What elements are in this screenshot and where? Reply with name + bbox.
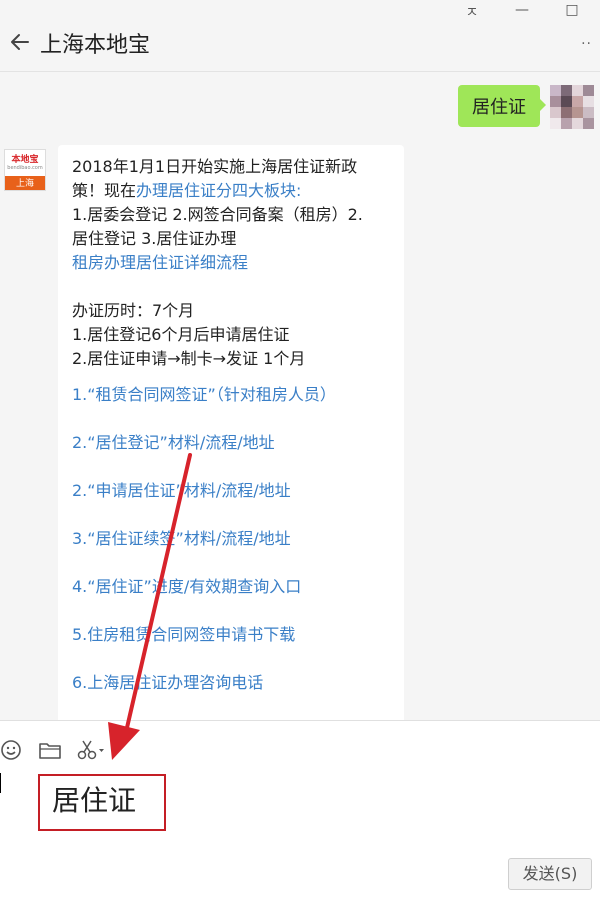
reply-line: 居住登记 3.居住证办理: [72, 229, 237, 248]
reply-link[interactable]: 5.住房租赁合同网签申请书下载: [72, 623, 392, 647]
reply-line: 2018年1月1日开始实施上海居住证新政: [72, 157, 358, 176]
reply-line: 办证历时：7个月: [72, 301, 195, 320]
chat-area: 居住证 本地宝 bendibao.com 上海 2018年1月1日开始实施上海居…: [0, 73, 600, 720]
scissors-icon[interactable]: [76, 739, 106, 761]
reply-link[interactable]: 1.“租赁合同网签证”（针对租房人员）: [72, 383, 392, 407]
reply-text: 策！现在: [72, 181, 137, 200]
reply-line: 策！现在办理居住证分四大板块:: [72, 179, 392, 203]
reply-link[interactable]: 6.上海居住证办理咨询电话: [72, 671, 392, 695]
reply-message-bubble: 2018年1月1日开始实施上海居住证新政 策！现在办理居住证分四大板块: 1.居…: [58, 145, 404, 720]
sent-message-bubble[interactable]: 居住证: [458, 85, 546, 127]
bot-avatar-site: bendibao.com: [7, 165, 43, 171]
text-caret: [0, 773, 1, 793]
folder-icon[interactable]: [38, 739, 62, 761]
send-button[interactable]: 发送(S): [508, 858, 592, 890]
reply-link[interactable]: 4.“居住证”进度/有效期查询入口: [72, 575, 392, 599]
minimize-button[interactable]: —: [512, 2, 532, 22]
bot-avatar-city: 上海: [5, 176, 45, 190]
window-controls: ㅈ — □: [462, 2, 582, 22]
chat-title: 上海本地宝: [40, 33, 151, 58]
back-arrow-icon[interactable]: [8, 30, 32, 54]
bot-avatar[interactable]: 本地宝 bendibao.com 上海: [4, 149, 46, 191]
reply-link-list: 1.“租赁合同网签证”（针对租房人员） 2.“居住登记”材料/流程/地址 2.“…: [72, 383, 392, 695]
input-toolbar: [0, 739, 200, 763]
bot-avatar-brand: 本地宝: [11, 155, 39, 165]
reply-link[interactable]: 租房办理居住证详细流程: [72, 251, 392, 275]
reply-line: 1.居委会登记 2.网签合同备案（租房）2.: [72, 205, 363, 224]
reply-link[interactable]: 2.“申请居住证”材料/流程/地址: [72, 479, 392, 503]
reply-link[interactable]: 办理居住证分四大板块:: [136, 181, 301, 200]
title-bar: ㅈ — □ 上海本地宝 ··: [0, 0, 600, 72]
more-options-icon[interactable]: ··: [581, 36, 592, 52]
emoji-icon[interactable]: [0, 739, 22, 761]
reply-link[interactable]: 3.“居住证续签”材料/流程/地址: [72, 527, 392, 551]
reply-link[interactable]: 2.“居住登记”材料/流程/地址: [72, 431, 392, 455]
pin-button[interactable]: ㅈ: [462, 2, 482, 22]
message-input[interactable]: 居住证: [38, 774, 166, 831]
my-avatar[interactable]: [550, 85, 594, 129]
reply-line: 1.居住登记6个月后申请居住证: [72, 325, 290, 344]
input-area: 居住证 发送(S): [0, 720, 600, 897]
reply-line: 2.居住证申请→制卡→发证 1个月: [72, 349, 306, 368]
maximize-button[interactable]: □: [562, 2, 582, 22]
